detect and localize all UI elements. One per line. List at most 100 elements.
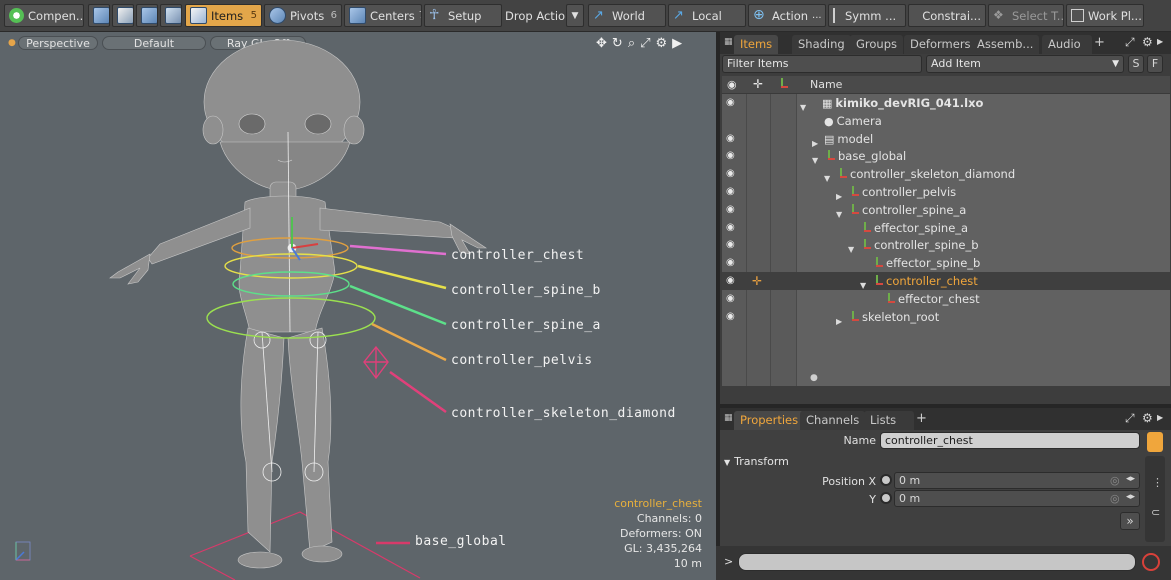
crosshair-icon: ⊕ xyxy=(753,7,765,23)
pivot-marker-icon[interactable]: ✛ xyxy=(752,272,762,290)
search-options-button[interactable]: S xyxy=(1128,55,1144,73)
visibility-eye-icon[interactable]: ◉ xyxy=(726,275,738,286)
drop-action-dropdown[interactable]: ▼ xyxy=(566,4,584,27)
tree-row[interactable]: ◉ ▼ controller_spine_a xyxy=(722,201,1170,219)
tree-row[interactable]: ◉ ▼ controller_spine_b xyxy=(722,236,1170,254)
more-options-icon[interactable]: ⋮ xyxy=(1152,476,1163,489)
add-item-label: Add Item xyxy=(931,57,981,70)
items-mode-button[interactable]: Items 5 xyxy=(185,4,262,27)
link-icon[interactable]: ⊂ xyxy=(1151,506,1160,519)
maximize-icon[interactable]: ⤢ xyxy=(1125,411,1135,426)
add-item-dropdown[interactable]: Add Item ▼ xyxy=(926,55,1124,73)
tab-properties[interactable]: Properties xyxy=(734,411,805,430)
position-x-field[interactable]: 0 m xyxy=(894,472,1140,489)
pivots-mode-button[interactable]: Pivots 6 xyxy=(264,4,342,27)
chevron-down-icon: ▼ xyxy=(1112,59,1119,69)
tab-lists[interactable]: Lists xyxy=(864,411,914,430)
command-input[interactable] xyxy=(738,553,1136,571)
tab-assembly[interactable]: Assemb... xyxy=(971,35,1040,54)
local-transform-button[interactable]: ↗ Local xyxy=(668,4,746,27)
3d-viewport[interactable]: Perspective Default Ray GL: Off ● ✥ ↻ ⌕ … xyxy=(0,32,716,580)
visibility-eye-icon[interactable]: ◉ xyxy=(726,239,738,250)
gear-icon[interactable]: ⚙ xyxy=(1142,411,1153,425)
tree-row[interactable]: ◉ ▶ skeleton_root xyxy=(722,308,1170,326)
panel-grip-icon[interactable]: ▦ xyxy=(724,37,733,47)
panel-menu-icon[interactable]: ▶ xyxy=(1157,37,1163,46)
position-x-keyframe-icon[interactable] xyxy=(880,474,892,486)
tree-item-label: effector_spine_b xyxy=(872,254,980,272)
edge-mode-button[interactable] xyxy=(112,4,134,27)
polygon-mode-button[interactable] xyxy=(136,4,158,27)
visibility-column-icon[interactable]: ◉ xyxy=(727,78,737,91)
envelope-icon[interactable]: ◎ xyxy=(1110,474,1120,487)
visibility-eye-icon[interactable]: ◉ xyxy=(726,168,738,179)
tab-items[interactable]: Items xyxy=(734,35,779,54)
position-y-keyframe-icon[interactable] xyxy=(880,492,892,504)
select-through-button[interactable]: ❖ Select T... xyxy=(988,4,1064,27)
record-icon[interactable] xyxy=(1142,553,1160,571)
add-tab-button[interactable]: + xyxy=(1094,35,1105,50)
filter-options-button[interactable]: F xyxy=(1147,55,1163,73)
tree-row[interactable]: ◉ ✛ ▼ controller_chest xyxy=(722,272,1170,290)
world-transform-button[interactable]: ↗ World xyxy=(588,4,666,27)
expand-more-button[interactable]: » xyxy=(1120,512,1140,530)
column-name[interactable]: Name xyxy=(810,78,842,91)
add-tab-button[interactable]: + xyxy=(916,411,927,426)
tree-row[interactable]: ◉ ▼ ▦ kimiko_devRIG_041.lxo xyxy=(722,94,1170,112)
tree-item-label: effector_chest xyxy=(884,290,980,308)
panel-menu-icon[interactable]: ▶ xyxy=(1157,413,1163,422)
name-color-swatch[interactable] xyxy=(1147,432,1163,452)
callout-controller-skeleton-diamond: controller_skeleton_diamond xyxy=(451,406,676,421)
slider-arrows-icon[interactable]: ◂▸ xyxy=(1126,492,1135,502)
tree-row[interactable]: ◉ ▶ ▤ model xyxy=(722,130,1170,148)
item-list: ◉ ✛ Name ◉ ▼ ▦ kimiko_devRIG_041.lxo ● Camera… xyxy=(722,76,1170,386)
lock-column-icon[interactable]: ✛ xyxy=(753,77,763,91)
maximize-icon[interactable]: ⤢ xyxy=(1125,35,1135,50)
transform-section[interactable]: ▼ Transform xyxy=(724,455,1144,469)
callout-controller-spine-a: controller_spine_a xyxy=(451,318,601,333)
action-center-button[interactable]: ⊕ Action ... xyxy=(748,4,826,27)
tree-row[interactable]: ◉ effector_spine_b xyxy=(722,254,1170,272)
position-y-field[interactable]: 0 m xyxy=(894,490,1140,507)
constraints-button[interactable]: Constrai... xyxy=(908,4,986,27)
item-name-field[interactable]: controller_chest xyxy=(880,432,1140,449)
items-panel: ▦ Items Shading Groups Deformers Assemb.… xyxy=(720,32,1171,404)
visibility-eye-icon[interactable]: ◉ xyxy=(726,204,738,215)
visibility-eye-icon[interactable]: ◉ xyxy=(726,186,738,197)
visibility-eye-icon[interactable]: ◉ xyxy=(726,150,738,161)
component-mode-button[interactable]: Compen... xyxy=(4,4,84,27)
visibility-eye-icon[interactable]: ◉ xyxy=(726,311,738,322)
tree-row[interactable]: ● Camera xyxy=(722,112,1170,130)
material-mode-button[interactable] xyxy=(160,4,182,27)
visibility-eye-icon[interactable]: ◉ xyxy=(726,257,738,268)
tab-deformers[interactable]: Deformers xyxy=(904,35,977,54)
type-column-icon[interactable] xyxy=(777,78,789,90)
gear-icon[interactable]: ⚙ xyxy=(1142,35,1153,49)
setup-mode-button[interactable]: ☥ Setup xyxy=(424,4,502,27)
vertex-mode-button[interactable] xyxy=(88,4,110,27)
tree-item-text: kimiko_devRIG_041.lxo xyxy=(835,96,984,110)
tab-audio[interactable]: Audio xyxy=(1042,35,1092,54)
tree-row[interactable]: ◉ effector_chest xyxy=(722,290,1170,308)
filter-items-input[interactable]: Filter Items xyxy=(722,55,922,73)
tree-row[interactable]: ◉ effector_spine_a xyxy=(722,219,1170,237)
visibility-eye-icon[interactable]: ◉ xyxy=(726,133,738,144)
main-toolbar: Compen... Items 5 Pivots 6 Centers 7 ☥ S… xyxy=(0,0,1171,32)
visibility-eye-icon[interactable]: ◉ xyxy=(726,97,738,108)
collapse-arrow-icon: ▼ xyxy=(724,458,731,467)
slider-arrows-icon[interactable]: ◂▸ xyxy=(1126,474,1135,484)
panel-grip-icon[interactable]: ▦ xyxy=(724,413,733,423)
visibility-eye-icon[interactable]: ◉ xyxy=(726,293,738,304)
symmetry-button[interactable]: Symm ... xyxy=(828,4,906,27)
tab-channels[interactable]: Channels xyxy=(800,411,866,430)
centers-mode-button[interactable]: Centers 7 xyxy=(344,4,422,27)
tree-row[interactable]: ◉ ▶ controller_pelvis xyxy=(722,183,1170,201)
tree-row[interactable]: ◉ ▼ controller_skeleton_diamond xyxy=(722,165,1170,183)
tab-shading[interactable]: Shading xyxy=(792,35,851,54)
work-plane-button[interactable]: Work Pl... xyxy=(1066,4,1144,27)
envelope-icon[interactable]: ◎ xyxy=(1110,492,1120,505)
collapse-arrow-icon[interactable]: ▶ xyxy=(836,313,842,331)
visibility-eye-icon[interactable]: ◉ xyxy=(726,222,738,233)
tree-row[interactable]: ◉ ▼ base_global xyxy=(722,147,1170,165)
tab-groups[interactable]: Groups xyxy=(850,35,904,54)
